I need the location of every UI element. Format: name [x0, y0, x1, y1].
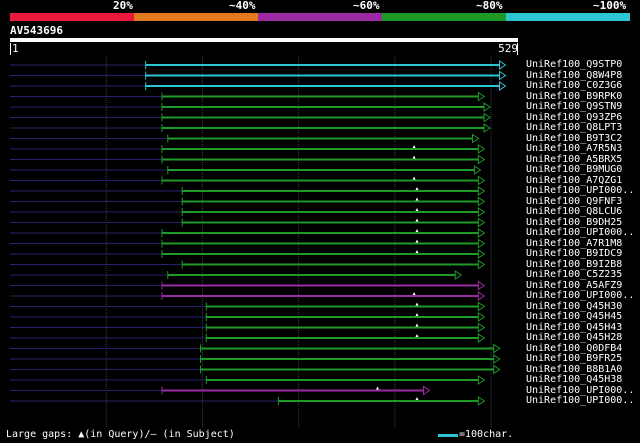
hit-label[interactable]: UniRef100_Q8W4P8 — [526, 70, 622, 81]
hit-arrow — [477, 312, 486, 322]
hit-label[interactable]: UniRef100_Q9STP0 — [526, 59, 622, 70]
gap-marker — [415, 250, 419, 253]
hit-label[interactable]: UniRef100_Q45H38 — [526, 374, 622, 385]
gap-marker — [415, 323, 419, 327]
hit-label[interactable]: UniRef100_Q9FNF3 — [526, 196, 622, 207]
hit-arrow — [493, 343, 501, 354]
hit-arrow — [493, 364, 501, 375]
gap-marker — [415, 334, 419, 337]
hit-label[interactable]: UniRef100_Q45H28 — [526, 332, 622, 343]
hit-arrow — [483, 112, 491, 123]
hit-label[interactable]: UniRef100_Q45H43 — [526, 322, 622, 333]
hit-arrow — [477, 228, 486, 238]
hit-label[interactable]: UniRef100_B9MUG0 — [526, 164, 622, 175]
hit-label[interactable]: UniRef100_B9RPK0 — [526, 91, 622, 102]
hit-label[interactable]: UniRef100_Q45H45 — [526, 311, 622, 322]
gap-marker — [412, 145, 416, 148]
hit-arrow — [477, 280, 486, 291]
gap-marker — [415, 302, 419, 306]
hit-label[interactable]: UniRef100_UPI000.. — [526, 227, 634, 238]
hit-label[interactable]: UniRef100_Q0DFB4 — [526, 343, 622, 354]
hit-label[interactable]: UniRef100_Q93ZP6 — [526, 112, 622, 123]
hit-arrow — [477, 333, 486, 343]
hit-label[interactable]: UniRef100_Q45H30 — [526, 301, 622, 312]
hit-arrow — [477, 196, 486, 207]
gap-marker — [415, 187, 419, 190]
hit-arrow — [477, 154, 486, 165]
hit-arrow — [422, 385, 431, 396]
hit-arrow — [473, 165, 482, 175]
hit-label[interactable]: UniRef100_UPI000.. — [526, 395, 634, 406]
gap-marker — [415, 239, 419, 243]
hit-label[interactable]: UniRef100_B9I2B8 — [526, 259, 622, 270]
hit-arrow — [477, 175, 486, 186]
hit-arrow — [477, 217, 486, 228]
scale-label: =100char. — [459, 429, 514, 440]
gap-marker — [415, 218, 419, 222]
gap-marker — [412, 155, 416, 159]
hit-arrow — [477, 91, 486, 102]
gap-marker — [412, 176, 416, 180]
hit-arrow — [477, 144, 486, 154]
hit-arrow — [454, 270, 463, 280]
gap-marker — [415, 208, 419, 211]
hit-label[interactable]: UniRef100_B9DH25 — [526, 217, 622, 228]
hit-label[interactable]: UniRef100_B9IDC9 — [526, 248, 622, 259]
hit-arrow — [498, 70, 507, 81]
gap-marker — [415, 397, 419, 400]
hit-label[interactable]: UniRef100_B8B1A0 — [526, 364, 622, 375]
gap-marker — [415, 197, 419, 201]
hit-arrow — [477, 322, 486, 333]
hit-arrow — [477, 186, 486, 196]
hit-arrow — [477, 396, 486, 406]
hit-label[interactable]: UniRef100_Q9STN9 — [526, 101, 622, 112]
hit-arrow — [477, 249, 486, 259]
hit-arrow — [477, 238, 486, 249]
hit-arrow — [483, 123, 491, 133]
hit-label[interactable]: UniRef100_A5AFZ9 — [526, 280, 622, 291]
hit-label[interactable]: UniRef100_UPI000.. — [526, 290, 634, 301]
hit-label[interactable]: UniRef100_Q8LCU6 — [526, 206, 622, 217]
hit-arrow — [493, 354, 501, 364]
gap-marker — [376, 386, 380, 390]
hit-label[interactable]: UniRef100_B9FR25 — [526, 353, 622, 364]
hit-arrow — [498, 81, 507, 91]
gap-marker — [415, 313, 419, 316]
hit-label[interactable]: UniRef100_A7R1M8 — [526, 238, 622, 249]
hit-arrow — [477, 291, 486, 301]
hit-label[interactable]: UniRef100_A7QZG1 — [526, 175, 622, 186]
gaps-legend: Large gaps: ▲(in Query)/– (in Subject) — [6, 429, 235, 440]
hit-arrow — [477, 207, 486, 217]
hit-arrow — [483, 102, 491, 112]
hit-label[interactable]: UniRef100_UPI000.. — [526, 185, 634, 196]
gap-marker — [412, 292, 416, 295]
hit-label[interactable]: UniRef100_UPI000.. — [526, 385, 634, 396]
hit-label[interactable]: UniRef100_A7R5N3 — [526, 143, 622, 154]
hit-arrow — [472, 133, 480, 144]
hit-label[interactable]: UniRef100_B9T3C2 — [526, 133, 622, 144]
hit-label[interactable]: UniRef100_C0Z3G6 — [526, 80, 622, 91]
hit-arrow — [477, 301, 486, 312]
hit-arrow — [498, 60, 507, 70]
hit-label[interactable]: UniRef100_A5BRX5 — [526, 154, 622, 165]
hit-label[interactable]: UniRef100_Q8LPT3 — [526, 122, 622, 133]
gap-marker — [415, 229, 419, 232]
hit-arrow — [477, 375, 486, 385]
scale-bar — [438, 434, 458, 437]
hit-arrow — [477, 259, 486, 270]
hit-label[interactable]: UniRef100_C5Z235 — [526, 269, 622, 280]
